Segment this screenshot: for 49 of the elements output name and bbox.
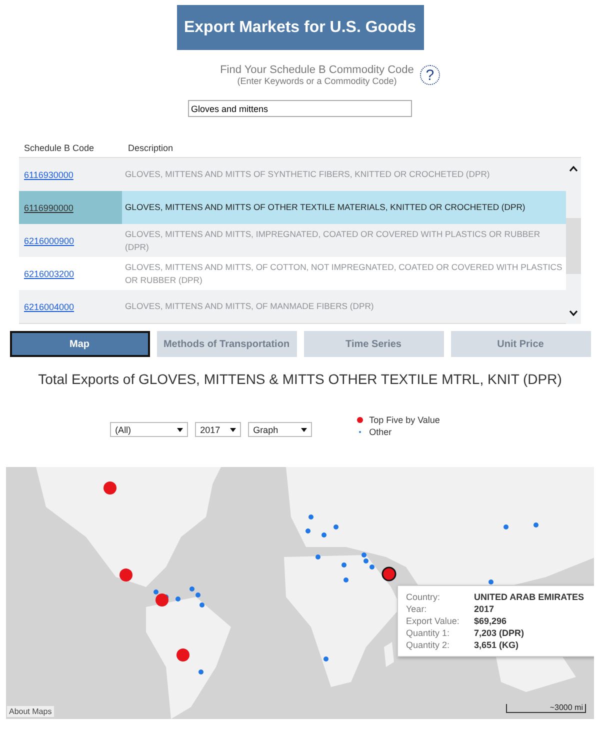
tooltip-label: Export Value: [406, 616, 460, 626]
scroll-down-icon[interactable] [569, 310, 578, 316]
table-row[interactable]: 6116990000 GLOVES, MITTENS AND MITTS OF OTHER TEXTILE MATERIALS, KNITTED OR CROCHETED (DPR) [19, 191, 566, 224]
table-row[interactable]: 6116930000 GLOVES, MITTENS AND MITTS OF SYNTHETIC FIBERS, KNITTED OR CROCHETED (DPR) [19, 158, 566, 191]
code-link[interactable]: 6216000900 [24, 236, 74, 246]
column-header: Schedule B Code [23, 143, 96, 153]
tab[interactable]: Time Series [304, 331, 444, 357]
scroll-up-icon[interactable] [569, 166, 578, 172]
chart-title: Total Exports of GLOVES, MITTENS & MITTS OTHER TEXTILE MTRL, KNIT (DPR) [38, 371, 562, 387]
caret-icon [301, 428, 308, 432]
finder-hint: (Enter Keywords or a Commodity Code) [237, 76, 397, 86]
filter-dropdown[interactable]: (All) [110, 422, 188, 437]
tooltip-value: 2017 [474, 604, 496, 614]
code-link[interactable]: 6116930000 [24, 170, 74, 180]
scrollbar[interactable] [566, 158, 581, 324]
caret-icon [177, 428, 184, 432]
tooltip-value: UNITED ARAB EMIRATES [474, 592, 585, 602]
tab[interactable]: Map [10, 331, 150, 357]
finder-label: Find Your Schedule B Commodity Code [220, 64, 414, 76]
code-link[interactable]: 6216003200 [24, 268, 74, 278]
search-field[interactable]: Gloves and mittens [188, 100, 412, 117]
tooltip-label: Year: [406, 604, 428, 614]
filter-dropdown[interactable]: Graph [248, 422, 312, 437]
page-title: Export Markets for U.S. Goods [176, 5, 424, 50]
code-link[interactable]: 6116990000 [24, 202, 74, 212]
filter-dropdown[interactable]: 2017 [195, 422, 242, 437]
tooltip-value: 3,651 (KG) [474, 640, 520, 650]
tooltip-label: Quantity 2: [406, 640, 451, 650]
table-row[interactable]: 6216000900 GLOVES, MITTENS AND MITTS, IMPREGNATED, COATED OR COVERED WITH PLASTICS OR RUBBER (DPR) [19, 224, 566, 257]
tooltip-value: $69,296 [474, 616, 508, 626]
legend-label: Other [369, 427, 392, 437]
description-cell-text: GLOVES, MITTENS AND MITTS, OF MANMADE FIBERS (DPR) [124, 300, 375, 313]
tab[interactable]: Methods of Transportation [156, 331, 296, 357]
code-link[interactable]: 6216004000 [24, 302, 74, 312]
tab[interactable]: Unit Price [450, 331, 590, 357]
caret-icon [230, 428, 236, 432]
help-icon[interactable]: ? [420, 65, 440, 85]
description-cell-text: GLOVES, MITTENS AND MITTS OF SYNTHETIC FIBERS, KNITTED OR CROCHETED (DPR) [124, 168, 491, 181]
description-cell-text: GLOVES, MITTENS AND MITTS, IMPREGNATED, COATED OR COVERED WITH PLASTICS OR RUBBER (DPR) [124, 228, 542, 254]
column-header: Description [127, 143, 174, 153]
tooltip-label: Quantity 1: [406, 628, 451, 638]
tooltip-label: Country: [406, 592, 442, 602]
table-row[interactable]: 6216004000 GLOVES, MITTENS AND MITTS, OF MANMADE FIBERS (DPR) [19, 290, 566, 323]
about-maps-link[interactable]: About Maps [7, 706, 54, 717]
description-cell-text: GLOVES, MITTENS AND MITTS OF OTHER TEXTILE MATERIALS, KNITTED OR CROCHETED (DPR) [124, 201, 526, 214]
scale-bar: ~3000 mi [506, 704, 586, 713]
description-cell-text: GLOVES, MITTENS AND MITTS, OF COTTON, NOT IMPREGNATED, COATED OR COVERED WITH PLASTICS OR RUBBER (DPR) [124, 260, 564, 286]
legend-label: Top Five by Value [369, 415, 440, 425]
tooltip-value: 7,203 (DPR) [474, 628, 526, 638]
